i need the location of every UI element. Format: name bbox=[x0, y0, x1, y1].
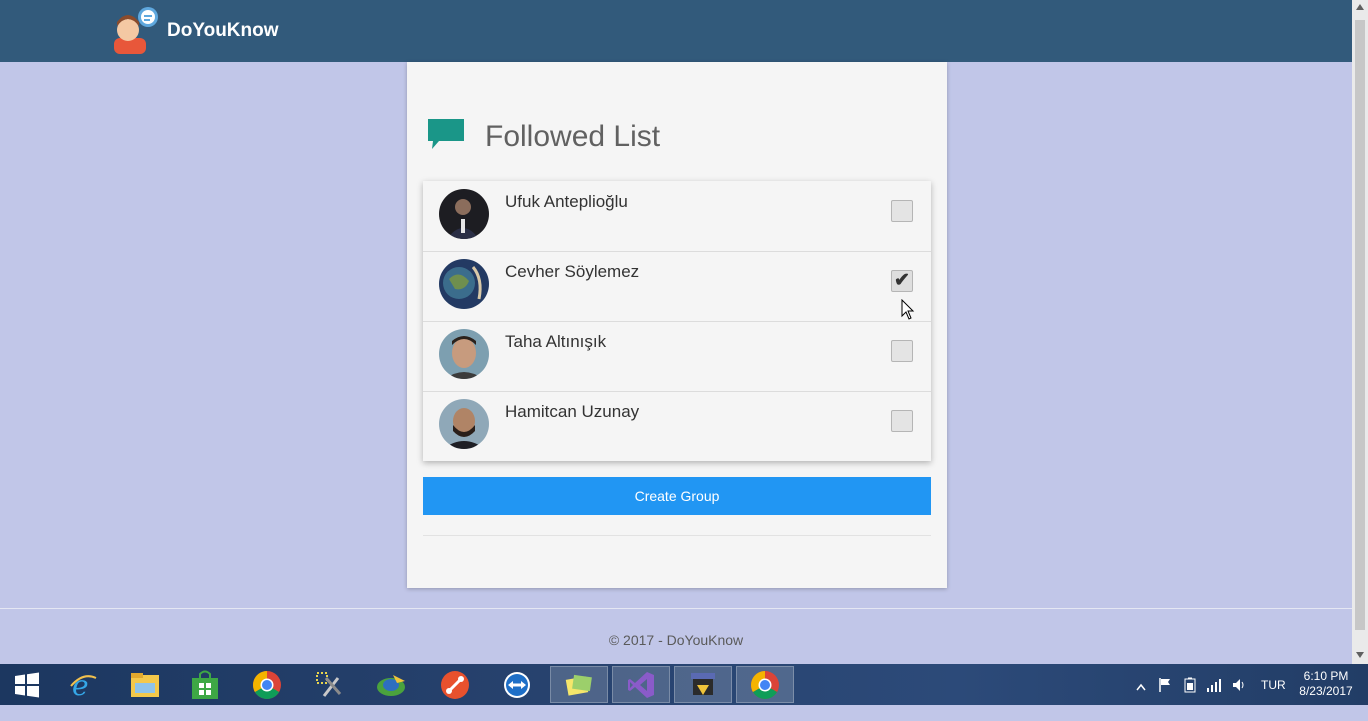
visual-studio-icon[interactable] bbox=[612, 666, 670, 703]
chrome-icon[interactable] bbox=[736, 666, 794, 703]
footer-divider bbox=[0, 608, 1352, 609]
page-scrollbar[interactable] bbox=[1352, 0, 1368, 664]
person-name: Ufuk Anteplioğlu bbox=[505, 192, 628, 211]
clock-time: 6:10 PM bbox=[1303, 669, 1349, 683]
select-checkbox[interactable] bbox=[891, 340, 913, 362]
avatar bbox=[439, 259, 489, 309]
person-name: Hamitcan Uzunay bbox=[505, 402, 640, 421]
create-group-button[interactable]: Create Group bbox=[423, 477, 931, 515]
volume-icon[interactable] bbox=[1231, 677, 1247, 718]
list-item[interactable]: Taha Altınışık bbox=[423, 321, 931, 392]
brand-title[interactable]: DoYouKnow bbox=[167, 20, 279, 42]
select-checkbox[interactable] bbox=[891, 410, 913, 432]
media-icon[interactable] bbox=[364, 666, 418, 703]
clock-date: 8/23/2017 bbox=[1299, 684, 1353, 698]
avatar bbox=[439, 329, 489, 379]
battery-icon[interactable] bbox=[1182, 677, 1198, 718]
file-explorer-icon[interactable] bbox=[118, 666, 172, 703]
windows-start-icon[interactable] bbox=[0, 666, 54, 703]
windows-taskbar: e TUR 6:10 PM 8/23/2017 bbox=[0, 664, 1368, 705]
avatar bbox=[439, 399, 489, 449]
card-title: Followed List bbox=[485, 120, 661, 153]
sticky-notes-icon[interactable] bbox=[550, 666, 608, 703]
chat-icon bbox=[427, 118, 465, 152]
show-hidden-icons-icon[interactable] bbox=[1136, 680, 1146, 721]
list-item[interactable]: Hamitcan Uzunay bbox=[423, 391, 931, 461]
scroll-up-icon[interactable] bbox=[1356, 4, 1364, 10]
chrome-icon[interactable] bbox=[240, 666, 294, 703]
movie-app-icon[interactable] bbox=[674, 666, 732, 703]
action-center-flag-icon[interactable] bbox=[1157, 677, 1173, 718]
app-header: DoYouKnow bbox=[0, 0, 1352, 62]
followed-list-card: Followed List Ufuk Anteplioğlu Cevher Sö… bbox=[407, 62, 947, 588]
network-signal-icon[interactable] bbox=[1206, 677, 1222, 718]
avatar bbox=[439, 189, 489, 239]
select-checkbox[interactable] bbox=[891, 200, 913, 222]
list-item[interactable]: Cevher Söylemez ✔ bbox=[423, 251, 931, 322]
svg-text:e: e bbox=[72, 670, 89, 700]
teamviewer-icon[interactable] bbox=[490, 666, 544, 703]
select-checkbox-checked[interactable]: ✔ bbox=[891, 270, 913, 292]
footer-copyright: © 2017 - DoYouKnow bbox=[608, 632, 744, 648]
list-item[interactable]: Ufuk Anteplioğlu bbox=[423, 181, 931, 252]
git-icon[interactable] bbox=[428, 666, 482, 703]
person-name: Cevher Söylemez bbox=[505, 262, 640, 281]
divider bbox=[423, 535, 931, 536]
store-icon[interactable] bbox=[178, 666, 232, 703]
person-name: Taha Altınışık bbox=[505, 332, 607, 351]
followed-list: Ufuk Anteplioğlu Cevher Söylemez ✔ Taha … bbox=[423, 181, 931, 461]
scroll-down-icon[interactable] bbox=[1356, 652, 1364, 658]
language-indicator[interactable]: TUR bbox=[1261, 678, 1286, 719]
internet-explorer-icon[interactable]: e bbox=[56, 666, 110, 703]
tools-icon[interactable] bbox=[302, 666, 356, 703]
mouse-cursor-icon bbox=[901, 298, 915, 321]
app-logo-icon[interactable] bbox=[106, 4, 160, 54]
scrollbar-thumb[interactable] bbox=[1355, 20, 1365, 630]
checkmark-icon: ✔ bbox=[894, 270, 910, 291]
taskbar-clock[interactable]: 6:10 PM 8/23/2017 bbox=[1296, 669, 1356, 699]
